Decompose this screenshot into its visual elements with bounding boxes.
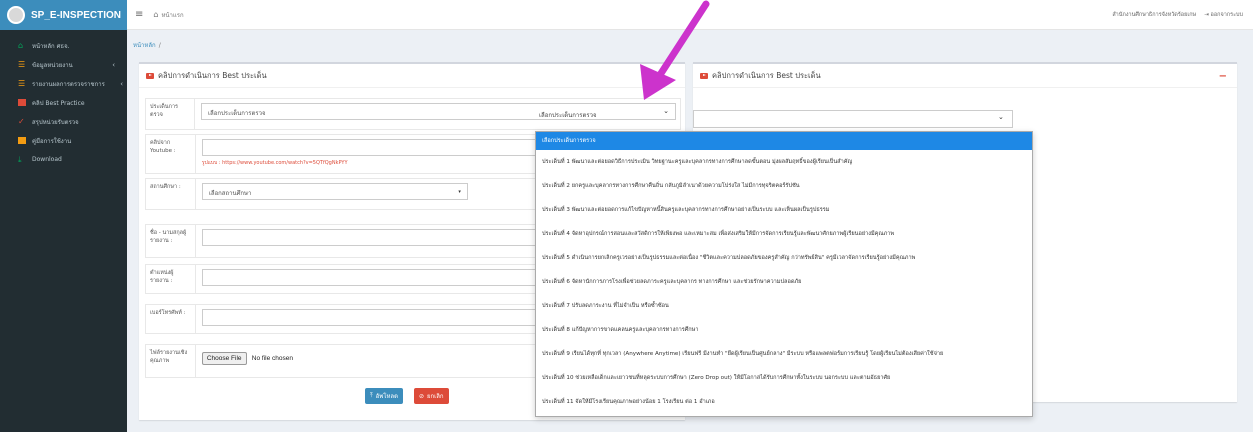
logout-label: ออกจากระบบ	[1210, 12, 1243, 18]
file-label: ไฟล์รายงานเชิงคุณภาพ	[146, 345, 196, 377]
sidebar-item-agency[interactable]: ☰ ข้อมูลหน่วยงาน ‹	[0, 55, 127, 74]
sidebar-item-best-practice[interactable]: คลิป Best Practice	[0, 93, 127, 112]
logo-icon	[7, 6, 25, 24]
phone-input[interactable]	[201, 309, 542, 326]
dropdown-option[interactable]: ประเด็นที่ 5 ดำเนินการยกเลิกครูเวรอย่างเ…	[536, 246, 1032, 270]
sidebar-item-label: สรุปหน่วยรับตรวจ	[32, 118, 79, 126]
breadcrumb-separator: /	[158, 42, 161, 49]
name-label: ชื่อ - นามสกุลผู้รายงาน :	[146, 225, 196, 257]
list-icon: ☰	[18, 60, 26, 69]
chevron-left-icon: ‹	[120, 79, 123, 88]
breadcrumb-home[interactable]: หน้าหลัก	[133, 42, 156, 49]
card-title: คลิปการดำเนินการ Best ประเด็น	[158, 70, 267, 80]
choose-file-button[interactable]: Choose File	[201, 352, 247, 365]
card-header: คลิปการดำเนินการ Best ประเด็น	[139, 64, 685, 88]
collapse-icon[interactable]: −	[1219, 71, 1227, 82]
chevron-down-icon: ▾	[458, 189, 461, 195]
video-icon	[18, 99, 26, 106]
dropdown-option[interactable]: ประเด็นที่ 9 เรียนได้ทุกที่ ทุกเวลา (Any…	[536, 342, 1032, 366]
issue-select-value: เลือกประเด็นการตรวจ	[208, 110, 266, 117]
org-name: สำนักงานศึกษาธิการจังหวัดร้อยเกษ	[1112, 12, 1197, 18]
card-header: คลิปการดำเนินการ Best ประเด็น	[693, 64, 1237, 88]
sidebar-item-summary[interactable]: ✓ สรุปหน่วยรับตรวจ	[0, 112, 127, 131]
topbar-right: สำนักงานศึกษาธิการจังหวัดร้อยเกษ ⇥ ออกจา…	[1112, 11, 1243, 19]
chevron-left-icon: ‹	[112, 60, 115, 69]
menu-toggle-icon[interactable]: ≡	[135, 9, 143, 20]
issue-dropdown-list: เลือกประเด็นการตรวจ ประเด็นที่ 1 พัฒนาแล…	[535, 131, 1033, 417]
logout-link[interactable]: ⇥ ออกจากระบบ	[1204, 11, 1243, 19]
issue-filter-value: เลือกประเด็นการตรวจ	[539, 112, 597, 119]
sidebar-item-label: หน้าหลัก ศธจ.	[32, 42, 70, 50]
dropdown-option[interactable]: ประเด็นที่ 10 ช่วยเหลือเด็กและเยาวชนที่ห…	[536, 366, 1032, 390]
sidebar-menu: ⌂ หน้าหลัก ศธจ. ☰ ข้อมูลหน่วยงาน ‹ ☰ ราย…	[0, 30, 127, 169]
clip-url-input[interactable]	[201, 139, 542, 156]
book-icon	[18, 137, 26, 144]
check-icon: ✓	[18, 117, 25, 126]
sidebar-item-manual[interactable]: คู่มือการใช้งาน	[0, 131, 127, 150]
home-icon: ⌂	[153, 10, 159, 19]
download-icon: ⤓	[18, 155, 22, 164]
school-select-value: เลือกสถานศึกษา	[208, 190, 252, 197]
sidebar-item-report[interactable]: ☰ รายงานผลการตรวจราชการ ‹	[0, 74, 127, 93]
dropdown-option[interactable]: ประเด็นที่ 6 จัดหานักการภารโรงเพื่อช่วยล…	[536, 270, 1032, 294]
brand[interactable]: SP_E-INSPECTION	[0, 0, 127, 30]
file-status: No file chosen	[251, 355, 293, 362]
sidebar-item-label: ข้อมูลหน่วยงาน	[32, 61, 73, 69]
home-icon: ⌂	[18, 41, 24, 50]
topbar-home-link[interactable]: หน้าแรก	[161, 10, 183, 20]
issue-label: ประเด็นการตรวจ	[146, 99, 195, 129]
upload-button[interactable]: ⤒ อัพโหลด	[365, 388, 403, 404]
sidebar-item-label: คู่มือการใช้งาน	[32, 137, 72, 145]
annotation-arrow-icon	[640, 0, 710, 100]
phone-label: เบอร์โทรศัพท์ :	[146, 305, 196, 333]
dropdown-option[interactable]: เลือกประเด็นการตรวจ	[536, 132, 1032, 150]
dropdown-option[interactable]: ประเด็นที่ 11 จัดให้มีโรงเรียนคุณภาพอย่า…	[536, 390, 1032, 414]
cancel-label: ยกเลิก	[427, 393, 444, 400]
sidebar-item-label: รายงานผลการตรวจราชการ	[32, 80, 105, 88]
dropdown-option[interactable]: ประเด็นที่ 7 ปรับลดภาระงาน ที่ไม่จำเป็น …	[536, 294, 1032, 318]
video-icon	[146, 72, 154, 79]
card-title: คลิปการดำเนินการ Best ประเด็น	[712, 70, 821, 80]
sidebar-item-label: คลิป Best Practice	[32, 99, 85, 107]
school-label: สถานศึกษา :	[146, 179, 196, 209]
sidebar-item-home[interactable]: ⌂ หน้าหลัก ศธจ.	[0, 36, 127, 55]
name-input[interactable]	[201, 229, 542, 246]
list-icon: ☰	[18, 79, 26, 88]
upload-icon: ⤒	[370, 392, 373, 399]
dropdown-option[interactable]: ประเด็นที่ 4 จัดหาอุปกรณ์การสอนและสวัสดิ…	[536, 222, 1032, 246]
dropdown-option[interactable]: ประเด็นที่ 8 แก้ปัญหาการขาดแคลนครูและบุค…	[536, 318, 1032, 342]
school-select[interactable]: เลือกสถานศึกษา ▾	[201, 183, 468, 200]
dropdown-option[interactable]: ประเด็นที่ 2 ยกครูและบุคลากรทางการศึกษาค…	[536, 174, 1032, 198]
position-input[interactable]	[201, 269, 542, 286]
dropdown-option[interactable]: ประเด็นที่ 1 พัฒนาและต่อยอดวิธีการประเมิ…	[536, 150, 1032, 174]
sidebar-item-download[interactable]: ⤓ Download	[0, 150, 127, 169]
dropdown-option[interactable]: ประเด็นที่ 3 พัฒนาและต่อยอดการแก้ไขปัญหา…	[536, 198, 1032, 222]
sidebar-item-label: Download	[32, 156, 62, 163]
position-label: ตำแหน่งผู้รายงาน :	[146, 265, 196, 293]
brand-title: SP_E-INSPECTION	[31, 9, 122, 21]
chevron-down-icon: ⌄	[998, 113, 1004, 121]
clip-label: คลิปจาก Youtube :	[146, 135, 196, 173]
upload-label: อัพโหลด	[375, 393, 398, 400]
breadcrumb: หน้าหลัก /	[133, 40, 161, 50]
cancel-button[interactable]: ⊘ ยกเลิก	[414, 388, 449, 404]
cancel-icon: ⊘	[419, 392, 425, 400]
sidebar: SP_E-INSPECTION ⌂ หน้าหลัก ศธจ. ☰ ข้อมูล…	[0, 0, 127, 432]
